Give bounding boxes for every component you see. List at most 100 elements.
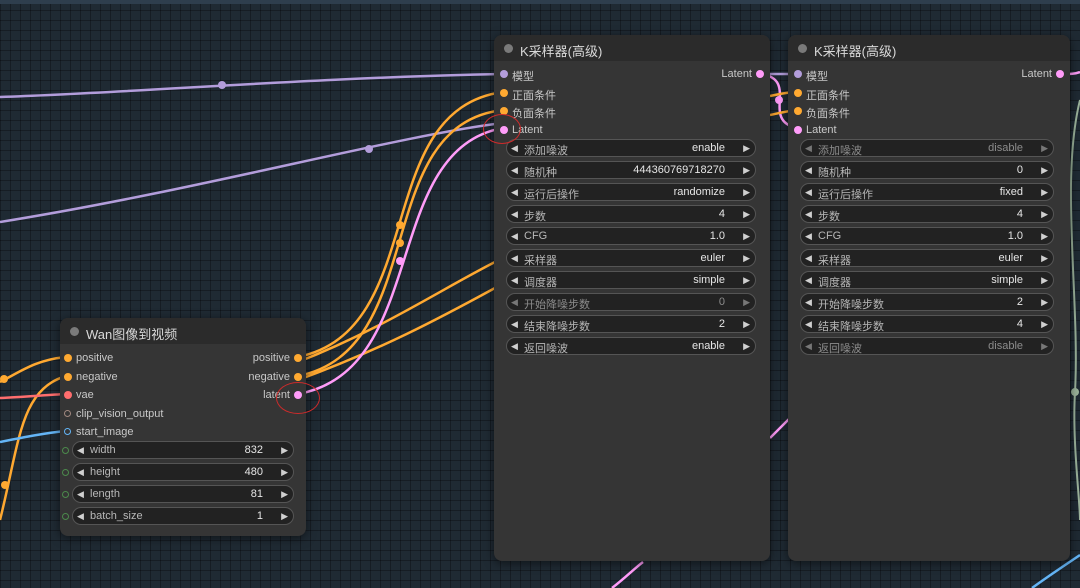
input-socket[interactable] bbox=[794, 107, 802, 115]
link-positive-midpoint[interactable] bbox=[396, 221, 404, 229]
increment-arrow-icon[interactable]: ▶ bbox=[743, 143, 750, 154]
widget-value[interactable]: 2 bbox=[1017, 296, 1023, 308]
increment-arrow-icon[interactable]: ▶ bbox=[1041, 187, 1048, 198]
link-left-image[interactable] bbox=[0, 429, 67, 444]
widget-value[interactable]: 81 bbox=[251, 488, 263, 500]
decrement-arrow-icon[interactable]: ◀ bbox=[805, 165, 812, 176]
widget-2[interactable]: ◀ length 81 ▶ bbox=[72, 485, 294, 503]
widget-1[interactable]: ◀ 随机种 0 ▶ bbox=[800, 161, 1054, 179]
decrement-arrow-icon[interactable]: ◀ bbox=[511, 231, 518, 242]
node-collapse-dot[interactable] bbox=[70, 327, 79, 336]
widget-8[interactable]: ◀ 结束降噪步数 4 ▶ bbox=[800, 315, 1054, 333]
output-socket[interactable] bbox=[1056, 70, 1064, 78]
decrement-arrow-icon[interactable]: ◀ bbox=[77, 445, 84, 456]
link-model-2-midpoint[interactable] bbox=[365, 145, 373, 153]
widget-2[interactable]: ◀ 运行后操作 randomize ▶ bbox=[506, 183, 756, 201]
widget-value[interactable]: 480 bbox=[245, 466, 263, 478]
link-model-2-long[interactable] bbox=[0, 121, 504, 224]
decrement-arrow-icon[interactable]: ◀ bbox=[511, 165, 518, 176]
widget-4[interactable]: ◀ CFG 1.0 ▶ bbox=[800, 227, 1054, 245]
widget-7[interactable]: ◀ 开始降噪步数 2 ▶ bbox=[800, 293, 1054, 311]
widget-value[interactable]: disable bbox=[988, 142, 1023, 154]
increment-arrow-icon[interactable]: ▶ bbox=[281, 467, 288, 478]
link-latent-lower[interactable] bbox=[769, 417, 791, 439]
widget-input-socket[interactable] bbox=[62, 513, 69, 520]
increment-arrow-icon[interactable]: ▶ bbox=[1041, 297, 1048, 308]
ksampler-advanced-node-1[interactable]: K采样器(高级) 模型 正面条件 负面条件 Latent Latent ◀ 添加噪波 en… bbox=[494, 35, 770, 561]
widget-value[interactable]: enable bbox=[692, 340, 725, 352]
link-right-gray-midpoint[interactable] bbox=[1071, 388, 1079, 396]
input-socket[interactable] bbox=[500, 70, 508, 78]
decrement-arrow-icon[interactable]: ◀ bbox=[77, 511, 84, 522]
link-left-positive-midpoint[interactable] bbox=[0, 375, 8, 383]
decrement-arrow-icon[interactable]: ◀ bbox=[511, 319, 518, 330]
link-right-gray[interactable] bbox=[1069, 99, 1080, 521]
increment-arrow-icon[interactable]: ▶ bbox=[1041, 319, 1048, 330]
decrement-arrow-icon[interactable]: ◀ bbox=[511, 275, 518, 286]
link-latent-bottom[interactable] bbox=[611, 561, 644, 588]
decrement-arrow-icon[interactable]: ◀ bbox=[805, 253, 812, 264]
increment-arrow-icon[interactable]: ▶ bbox=[743, 297, 750, 308]
widget-value[interactable]: 4 bbox=[1017, 208, 1023, 220]
widget-value[interactable]: fixed bbox=[1000, 186, 1023, 198]
increment-arrow-icon[interactable]: ▶ bbox=[743, 341, 750, 352]
input-socket[interactable] bbox=[64, 391, 72, 399]
widget-value[interactable]: 832 bbox=[245, 444, 263, 456]
decrement-arrow-icon[interactable]: ◀ bbox=[805, 297, 812, 308]
increment-arrow-icon[interactable]: ▶ bbox=[1041, 253, 1048, 264]
widget-input-socket[interactable] bbox=[62, 447, 69, 454]
ksampler-advanced-node-2[interactable]: K采样器(高级) 模型 正面条件 负面条件 Latent Latent ◀ 添加噪波 di… bbox=[788, 35, 1070, 561]
increment-arrow-icon[interactable]: ▶ bbox=[743, 253, 750, 264]
link-left-positive[interactable] bbox=[0, 355, 67, 384]
decrement-arrow-icon[interactable]: ◀ bbox=[805, 231, 812, 242]
decrement-arrow-icon[interactable]: ◀ bbox=[805, 209, 812, 220]
widget-6[interactable]: ◀ 调度器 simple ▶ bbox=[800, 271, 1054, 289]
decrement-arrow-icon[interactable]: ◀ bbox=[511, 187, 518, 198]
decrement-arrow-icon[interactable]: ◀ bbox=[805, 275, 812, 286]
widget-0[interactable]: ◀ 添加噪波 disable ▶ bbox=[800, 139, 1054, 157]
decrement-arrow-icon[interactable]: ◀ bbox=[511, 253, 518, 264]
widget-1[interactable]: ◀ height 480 ▶ bbox=[72, 463, 294, 481]
widget-0[interactable]: ◀ 添加噪波 enable ▶ bbox=[506, 139, 756, 157]
decrement-arrow-icon[interactable]: ◀ bbox=[511, 209, 518, 220]
node-header[interactable]: K采样器(高级) bbox=[494, 35, 770, 61]
increment-arrow-icon[interactable]: ▶ bbox=[743, 231, 750, 242]
widget-value[interactable]: 0 bbox=[1017, 164, 1023, 176]
decrement-arrow-icon[interactable]: ◀ bbox=[511, 341, 518, 352]
node-collapse-dot[interactable] bbox=[504, 44, 513, 53]
decrement-arrow-icon[interactable]: ◀ bbox=[77, 489, 84, 500]
widget-2[interactable]: ◀ 运行后操作 fixed ▶ bbox=[800, 183, 1054, 201]
decrement-arrow-icon[interactable]: ◀ bbox=[805, 187, 812, 198]
widget-input-socket[interactable] bbox=[62, 469, 69, 476]
widget-1[interactable]: ◀ 随机种 444360769718270 ▶ bbox=[506, 161, 756, 179]
widget-value[interactable]: euler bbox=[999, 252, 1023, 264]
decrement-arrow-icon[interactable]: ◀ bbox=[77, 467, 84, 478]
input-socket[interactable] bbox=[64, 354, 72, 362]
widget-value[interactable]: 1.0 bbox=[710, 230, 725, 242]
increment-arrow-icon[interactable]: ▶ bbox=[1041, 165, 1048, 176]
widget-3[interactable]: ◀ batch_size 1 ▶ bbox=[72, 507, 294, 525]
widget-value[interactable]: 1 bbox=[257, 510, 263, 522]
link-model-to-ksampler-1[interactable] bbox=[0, 72, 504, 99]
increment-arrow-icon[interactable]: ▶ bbox=[1041, 341, 1048, 352]
increment-arrow-icon[interactable]: ▶ bbox=[743, 275, 750, 286]
widget-value[interactable]: 4 bbox=[719, 208, 725, 220]
decrement-arrow-icon[interactable]: ◀ bbox=[805, 143, 812, 154]
widget-value[interactable]: 0 bbox=[719, 296, 725, 308]
widget-0[interactable]: ◀ width 832 ▶ bbox=[72, 441, 294, 459]
decrement-arrow-icon[interactable]: ◀ bbox=[511, 143, 518, 154]
wan-image-to-video-node[interactable]: Wan图像到视频 positive negative vae clip_vision_… bbox=[60, 318, 306, 536]
link-latent-midpoint[interactable] bbox=[396, 257, 404, 265]
widget-6[interactable]: ◀ 调度器 simple ▶ bbox=[506, 271, 756, 289]
link-left-negative-midpoint[interactable] bbox=[1, 481, 9, 489]
increment-arrow-icon[interactable]: ▶ bbox=[1041, 209, 1048, 220]
decrement-arrow-icon[interactable]: ◀ bbox=[805, 341, 812, 352]
input-socket[interactable] bbox=[64, 372, 72, 381]
widget-input-socket[interactable] bbox=[62, 491, 69, 498]
increment-arrow-icon[interactable]: ▶ bbox=[743, 187, 750, 198]
link-left-vae[interactable] bbox=[0, 392, 67, 400]
increment-arrow-icon[interactable]: ▶ bbox=[1041, 275, 1048, 286]
widget-value[interactable]: 1.0 bbox=[1008, 230, 1023, 242]
widget-value[interactable]: 2 bbox=[719, 318, 725, 330]
increment-arrow-icon[interactable]: ▶ bbox=[743, 165, 750, 176]
